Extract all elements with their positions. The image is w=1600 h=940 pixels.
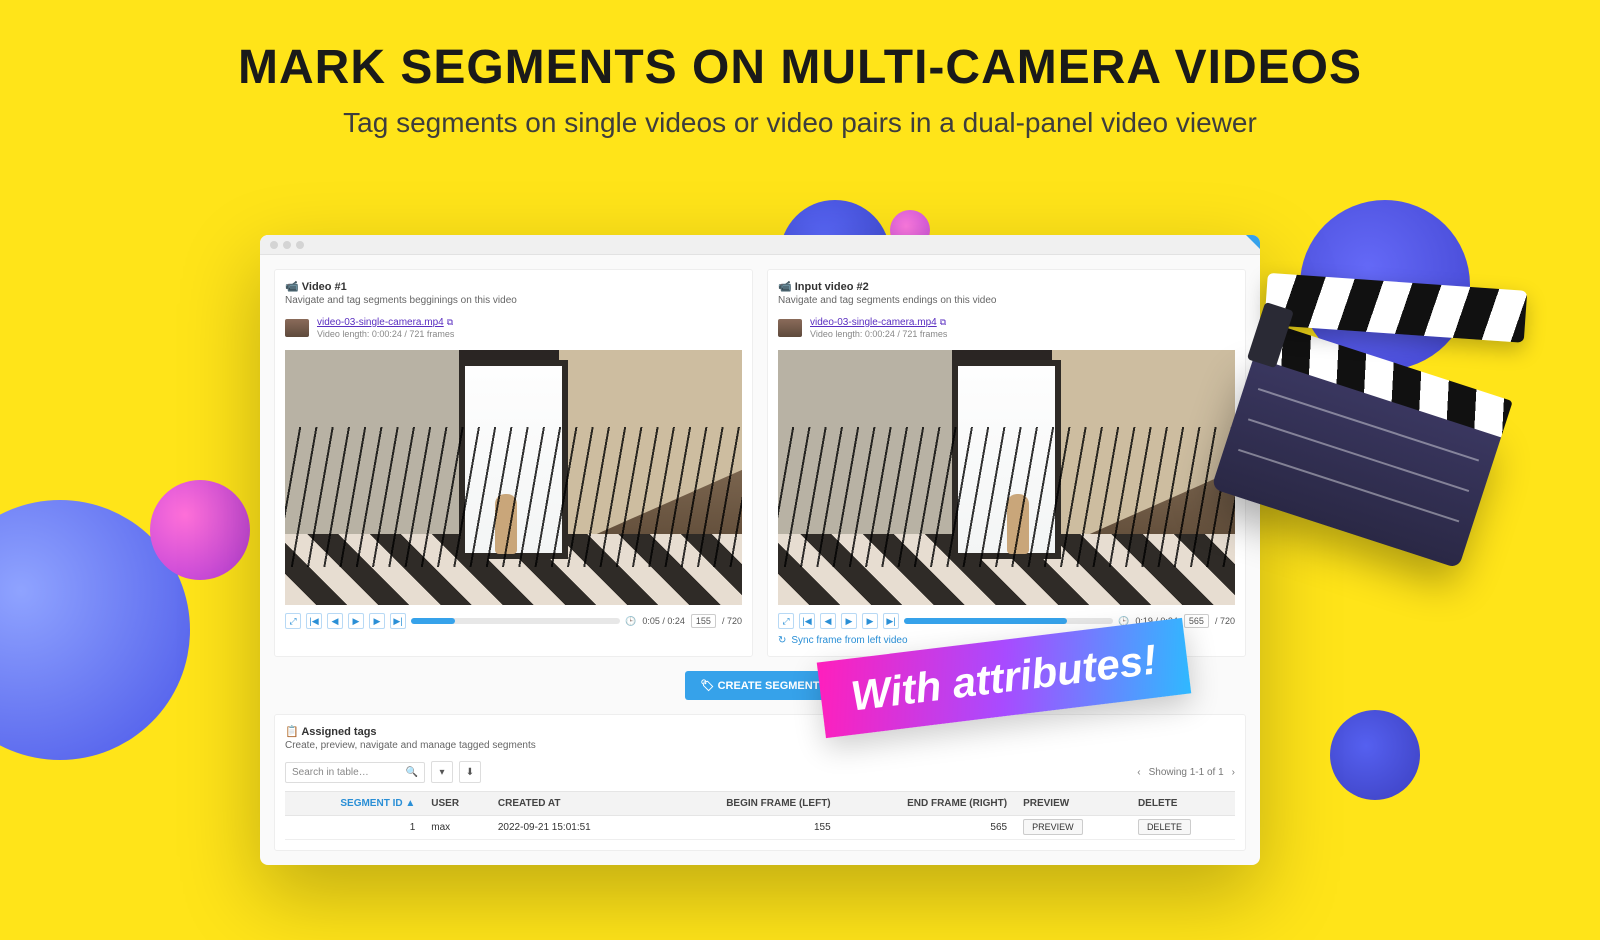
download-button[interactable]: ⬇: [459, 761, 481, 783]
download-icon: ⬇: [466, 767, 474, 778]
play-icon[interactable]: ▶: [841, 613, 857, 629]
col-begin-frame[interactable]: BEGIN FRAME (LEFT): [655, 792, 838, 816]
window-dot-icon: [283, 241, 291, 249]
skip-end-icon[interactable]: ▶|: [390, 613, 406, 629]
tag-icon: 🏷: [701, 680, 718, 692]
app-window: 📹 Video #1 Navigate and tag segments beg…: [260, 235, 1260, 865]
cell-begin-frame: 155: [655, 816, 838, 840]
video-viewport-left[interactable]: [285, 350, 742, 605]
pager-status: Showing 1-1 of 1: [1149, 767, 1224, 778]
pager-prev-icon[interactable]: ‹: [1137, 767, 1140, 778]
video-length-label: Video length: 0:00:24 / 721 frames: [317, 329, 454, 339]
frame-total: / 720: [722, 616, 742, 626]
cell-end-frame: 565: [839, 816, 1015, 840]
panel-subtitle: Navigate and tag segments endings on thi…: [778, 295, 1235, 306]
video-filename-link[interactable]: video-03-single-camera.mp4: [810, 317, 937, 328]
frame-input[interactable]: 155: [691, 614, 716, 628]
delete-button[interactable]: DELETE: [1138, 819, 1191, 835]
search-icon: 🔍: [406, 767, 418, 778]
step-back-icon[interactable]: ◀: [327, 613, 343, 629]
skip-start-icon[interactable]: |◀: [799, 613, 815, 629]
time-display: 0:05 / 0:24: [642, 616, 685, 626]
step-back-icon[interactable]: ◀: [820, 613, 836, 629]
create-segment-button[interactable]: 🏷 CREATE SEGMENT: [685, 671, 836, 700]
play-icon[interactable]: ▶: [348, 613, 364, 629]
step-forward-icon[interactable]: ▶: [369, 613, 385, 629]
sync-icon: ↻: [778, 635, 786, 646]
col-created-at[interactable]: CREATED AT: [490, 792, 656, 816]
window-titlebar: [260, 235, 1260, 255]
skip-start-icon[interactable]: |◀: [306, 613, 322, 629]
section-title: 📋 Assigned tags: [285, 725, 1235, 738]
window-dot-icon: [270, 241, 278, 249]
col-preview: PREVIEW: [1015, 792, 1130, 816]
decor-circle: [150, 480, 250, 580]
video-length-label: Video length: 0:00:24 / 721 frames: [810, 329, 947, 339]
open-external-icon[interactable]: ⧉: [447, 317, 453, 327]
panel-subtitle: Navigate and tag segments begginings on …: [285, 295, 742, 306]
frame-total: / 720: [1215, 616, 1235, 626]
cell-user: max: [423, 816, 490, 840]
segments-table: SEGMENT ID ▲ USER CREATED AT BEGIN FRAME…: [285, 791, 1235, 840]
filter-button[interactable]: ▾: [431, 761, 453, 783]
scrub-bar[interactable]: [411, 618, 620, 624]
page-subhead: Tag segments on single videos or video p…: [0, 107, 1600, 139]
step-forward-icon[interactable]: ▶: [862, 613, 878, 629]
col-delete: DELETE: [1130, 792, 1235, 816]
col-segment-id[interactable]: SEGMENT ID ▲: [285, 792, 423, 816]
skip-end-icon[interactable]: ▶|: [883, 613, 899, 629]
cell-created-at: 2022-09-21 15:01:51: [490, 816, 656, 840]
video-panel-right: 📹 Input video #2 Navigate and tag segmen…: [767, 269, 1246, 657]
expand-icon[interactable]: ⤢: [285, 613, 301, 629]
preview-button[interactable]: PREVIEW: [1023, 819, 1083, 835]
pager-next-icon[interactable]: ›: [1232, 767, 1235, 778]
col-end-frame[interactable]: END FRAME (RIGHT): [839, 792, 1015, 816]
panel-title: 📹 Video #1: [285, 280, 742, 293]
frame-input[interactable]: 565: [1184, 614, 1209, 628]
table-row: 1 max 2022-09-21 15:01:51 155 565 PREVIE…: [285, 816, 1235, 840]
open-external-icon[interactable]: ⧉: [940, 317, 946, 327]
clock-icon: 🕒: [625, 616, 636, 627]
corner-marker-icon: [1246, 235, 1260, 249]
video-filename-link[interactable]: video-03-single-camera.mp4: [317, 317, 444, 328]
video-thumbnail: [285, 319, 309, 337]
col-user[interactable]: USER: [423, 792, 490, 816]
cell-segment-id: 1: [285, 816, 423, 840]
decor-circle: [1330, 710, 1420, 800]
assigned-tags-section: 📋 Assigned tags Create, preview, navigat…: [274, 714, 1246, 851]
expand-icon[interactable]: ⤢: [778, 613, 794, 629]
panel-title: 📹 Input video #2: [778, 280, 1235, 293]
video-viewport-right[interactable]: [778, 350, 1235, 605]
section-subtitle: Create, preview, navigate and manage tag…: [285, 740, 1235, 751]
scrub-progress: [411, 618, 455, 624]
scrub-bar[interactable]: [904, 618, 1113, 624]
page-headline: MARK SEGMENTS ON MULTI-CAMERA VIDEOS: [0, 40, 1600, 95]
window-dot-icon: [296, 241, 304, 249]
video-panel-left: 📹 Video #1 Navigate and tag segments beg…: [274, 269, 753, 657]
search-input[interactable]: Search in table… 🔍: [285, 762, 425, 783]
filter-icon: ▾: [439, 767, 444, 778]
scrub-progress: [904, 618, 1067, 624]
video-thumbnail: [778, 319, 802, 337]
